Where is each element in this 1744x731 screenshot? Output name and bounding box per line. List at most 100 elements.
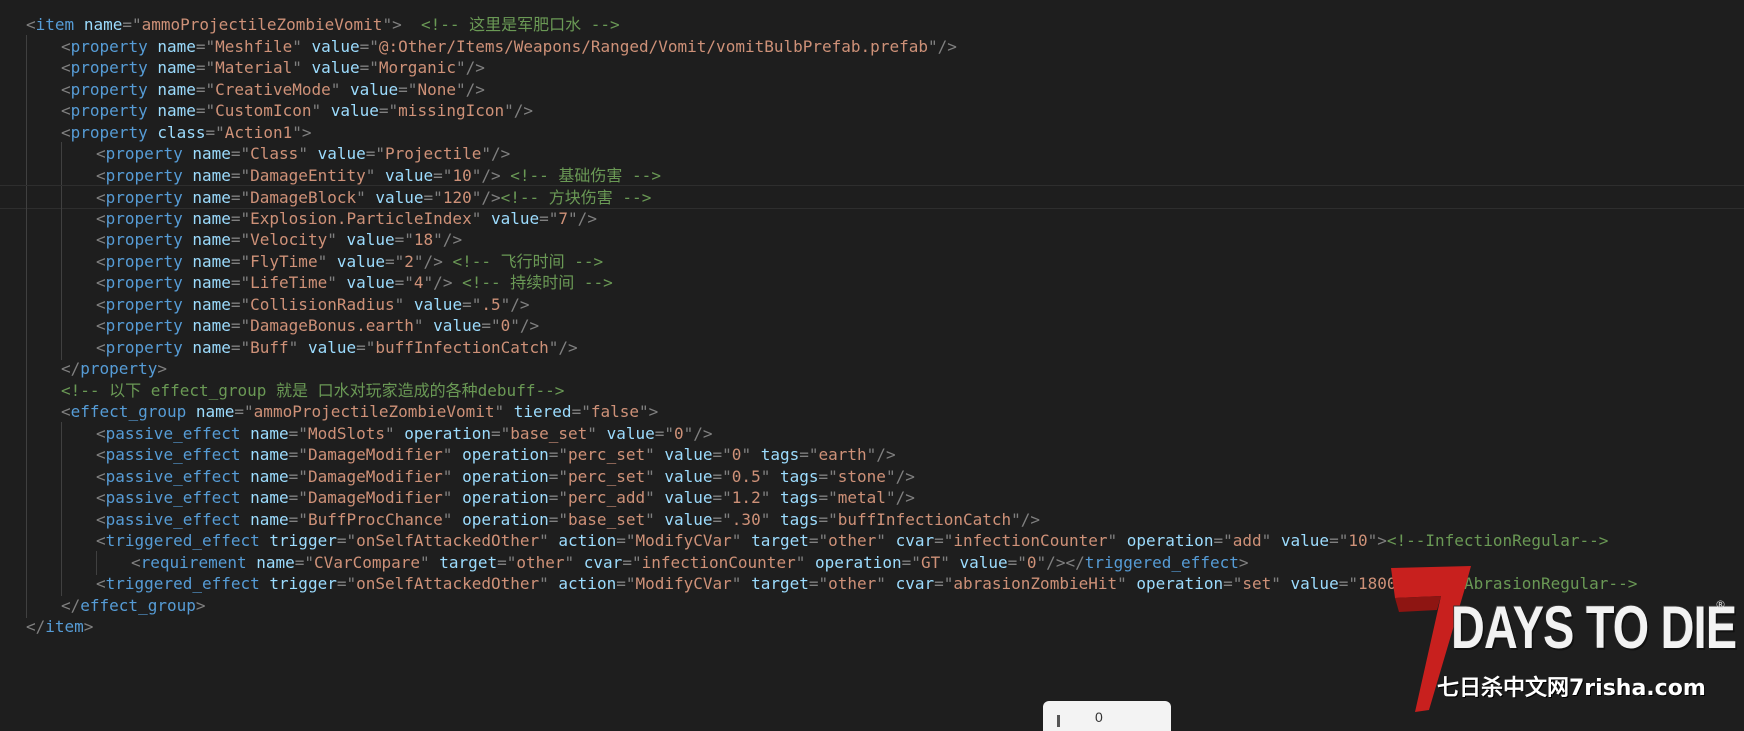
- code-token: Buff: [250, 337, 289, 357]
- peek-widget[interactable]: 0: [1043, 701, 1171, 731]
- code-token: ": [741, 445, 761, 464]
- code-text: <passive_effect name="DamageModifier" op…: [96, 486, 915, 510]
- code-token: "/>: [866, 445, 896, 464]
- code-token: passive_effect: [105, 466, 241, 486]
- indent-guide: [26, 507, 27, 532]
- code-token: operation: [404, 423, 491, 443]
- code-line[interactable]: <passive_effect name="DamageModifier" op…: [0, 486, 1744, 510]
- code-line[interactable]: <passive_effect name="DamageModifier" op…: [0, 464, 1744, 489]
- code-token: name: [192, 251, 231, 271]
- code-text: <triggered_effect trigger="onSelfAttacke…: [96, 529, 1608, 553]
- code-token: requirement: [140, 552, 247, 572]
- code-token: ammoProjectileZombieVomit: [253, 402, 495, 421]
- code-token: "/></: [1036, 552, 1085, 572]
- watermark-title: DAYS TO DIE: [1451, 594, 1737, 661]
- code-line[interactable]: <property class="Action1">: [0, 120, 1744, 145]
- code-token: >: [1238, 552, 1249, 572]
- indent-guide: [26, 400, 27, 424]
- code-token: value: [375, 188, 424, 207]
- code-line[interactable]: <property name="CustomIcon" value="missi…: [0, 99, 1744, 123]
- code-token: operation: [1136, 574, 1224, 593]
- code-line[interactable]: <passive_effect name="BuffProcChance" op…: [0, 507, 1744, 532]
- code-token: =": [394, 230, 414, 249]
- code-line[interactable]: <property name="DamageBonus.earth" value…: [0, 314, 1744, 338]
- code-line[interactable]: <property name="CollisionRadius" value="…: [0, 292, 1744, 317]
- code-token: ": [311, 101, 331, 120]
- code-text: <item name="ammoProjectileZombieVomit"> …: [26, 13, 620, 37]
- code-token: value: [433, 316, 482, 335]
- code-line[interactable]: <property name="Material" value="Morgani…: [0, 56, 1744, 80]
- code-line[interactable]: <property name="LifeTime" value="4"/> <!…: [0, 271, 1744, 295]
- indent-guide: [26, 163, 27, 188]
- code-line[interactable]: <item name="ammoProjectileZombieVomit"> …: [0, 13, 1744, 37]
- code-token: value: [307, 337, 357, 357]
- code-token: >: [157, 359, 167, 378]
- code-token: cvar: [583, 552, 623, 572]
- code-token: name: [192, 230, 231, 249]
- code-token: name: [192, 316, 231, 335]
- code-token: ": [420, 552, 440, 572]
- code-line[interactable]: <property name="CreativeMode" value="Non…: [0, 77, 1744, 102]
- code-token: property: [105, 251, 183, 271]
- code-token: ">: [639, 402, 659, 421]
- code-token: name: [250, 509, 289, 529]
- code-token: perc_set: [568, 466, 646, 486]
- watermark-caption: 七日杀中文网7risha.com: [1437, 676, 1706, 701]
- code-line[interactable]: <property name="Class" value="Projectile…: [0, 142, 1744, 166]
- code-token: "/>: [927, 36, 957, 56]
- code-line[interactable]: <!-- 以下 effect_group 就是 口水对玩家造成的各种debuff…: [0, 378, 1744, 403]
- code-token: ": [760, 509, 780, 529]
- code-token: ": [385, 423, 405, 443]
- code-token: 18: [413, 230, 434, 249]
- indent-guide: [61, 529, 62, 553]
- code-token: operation: [462, 488, 549, 507]
- indent-guide: [26, 142, 27, 166]
- code-token: name: [157, 79, 196, 99]
- code-token: 10: [1348, 531, 1368, 550]
- code-token: ": [645, 509, 665, 529]
- code-token: ": [587, 423, 607, 443]
- code-line[interactable]: <passive_effect name="DamageModifier" op…: [0, 443, 1744, 467]
- indent-guide: [61, 206, 62, 231]
- code-line[interactable]: <property name="Meshfile" value="@:Other…: [0, 34, 1744, 59]
- code-token: item: [35, 15, 75, 34]
- code-line[interactable]: <triggered_effect trigger="onSelfAttacke…: [0, 529, 1744, 553]
- code-token: <: [96, 251, 106, 271]
- code-token: name: [192, 144, 231, 163]
- code-token: <: [96, 337, 106, 357]
- code-text: <requirement name="CVarCompare" target="…: [131, 551, 1248, 575]
- drag-handle-icon[interactable]: [1057, 715, 1060, 727]
- code-line[interactable]: <property name="FlyTime" value="2"/> <!-…: [0, 249, 1744, 274]
- code-line[interactable]: </property>: [0, 357, 1744, 381]
- code-token: FlyTime: [250, 251, 318, 271]
- indent-guide: [61, 550, 62, 575]
- code-text: <property name="CreativeMode" value="Non…: [61, 78, 485, 102]
- code-token: value: [385, 165, 434, 185]
- code-token: =": [616, 531, 636, 550]
- code-line[interactable]: <property name="Velocity" value="18"/>: [0, 228, 1744, 252]
- code-line[interactable]: <effect_group name="ammoProjectileZombie…: [0, 400, 1744, 424]
- code-token: <: [96, 230, 106, 249]
- code-token: trigger: [269, 531, 337, 550]
- code-token: =": [230, 208, 251, 228]
- indent-guide: [61, 142, 62, 166]
- code-token: ": [394, 294, 414, 314]
- code-token: triggered_effect: [105, 574, 260, 593]
- code-line[interactable]: <property name="DamageBlock" value="120"…: [0, 185, 1744, 210]
- code-token: passive_effect: [105, 445, 241, 464]
- code-token: .5: [481, 294, 501, 314]
- code-line[interactable]: <property name="Explosion.ParticleIndex"…: [0, 206, 1744, 231]
- code-line[interactable]: <property name="Buff" value="buffInfecti…: [0, 335, 1744, 360]
- code-line[interactable]: <passive_effect name="ModSlots" operatio…: [0, 421, 1744, 446]
- code-line[interactable]: <property name="DamageEntity" value="10"…: [0, 163, 1744, 188]
- code-token: ">: [1367, 531, 1387, 550]
- code-token: ": [471, 208, 491, 228]
- code-token: </: [26, 617, 46, 636]
- indent-guide: [26, 486, 27, 510]
- code-token: =": [1338, 574, 1358, 593]
- code-token: 0.5: [731, 466, 761, 486]
